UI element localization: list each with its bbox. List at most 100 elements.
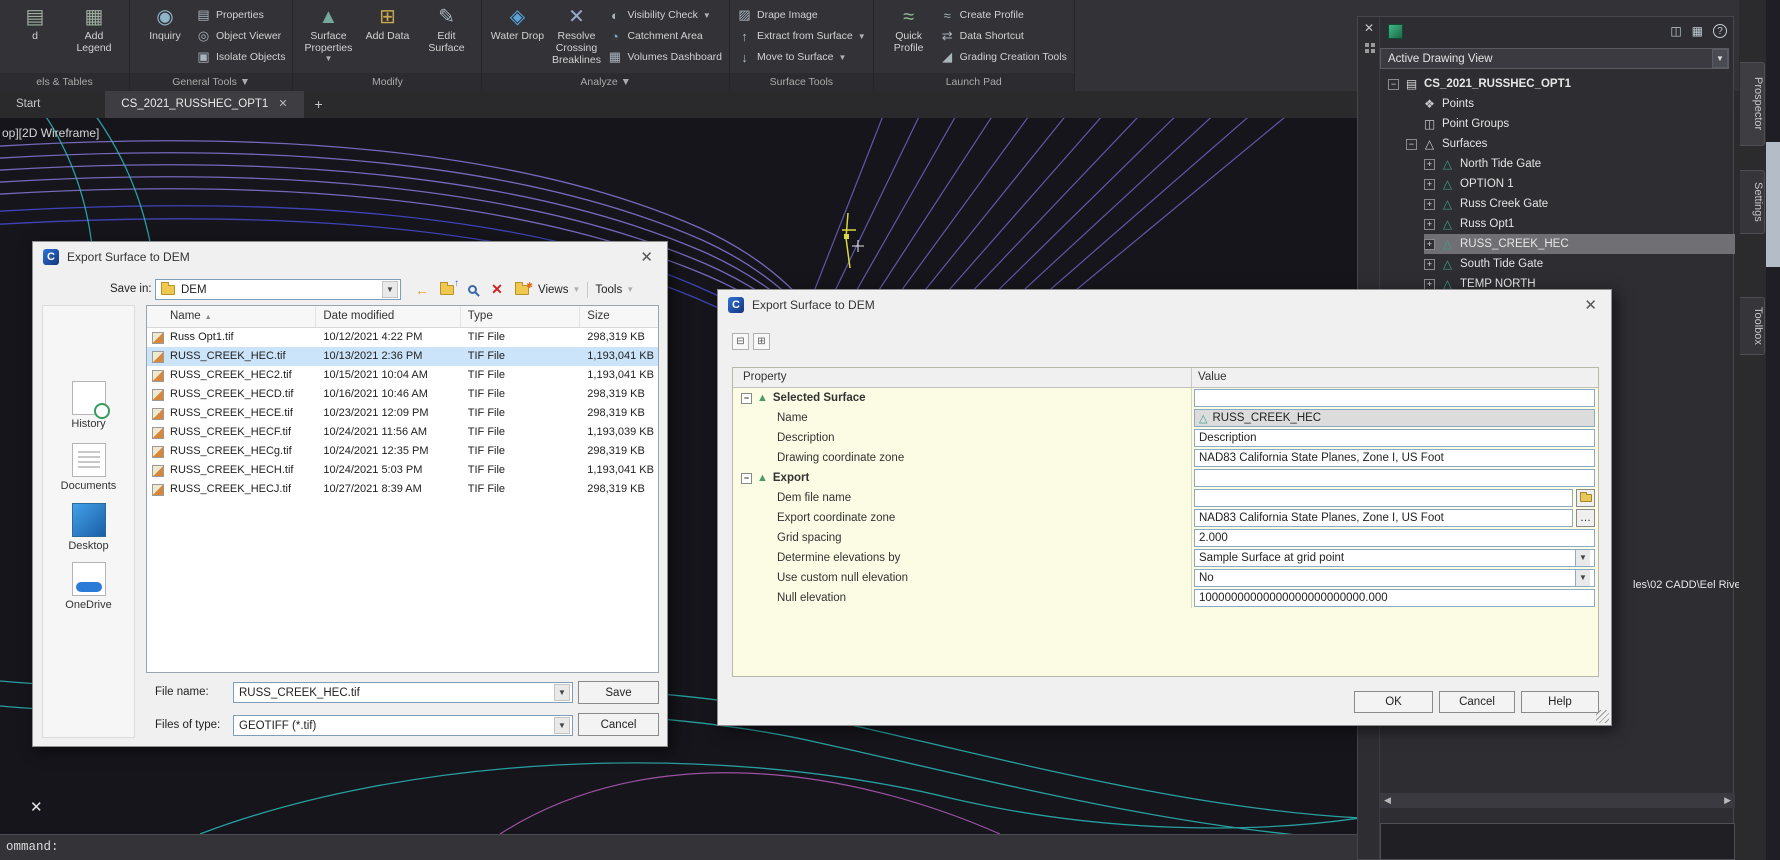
column-header-name[interactable]: Name ▲ bbox=[147, 306, 317, 327]
file-type-dropdown[interactable]: GEOTIFF (*.tif) ▼ bbox=[233, 715, 573, 736]
property-row[interactable]: − ▲ Export bbox=[733, 468, 1598, 488]
ribbon-button[interactable]: ◐ Visibility Check ▼ bbox=[607, 7, 722, 23]
ribbon-button[interactable]: ▤ d bbox=[7, 2, 63, 42]
expander-icon[interactable]: + bbox=[1424, 278, 1435, 290]
collapse-icon[interactable]: − bbox=[741, 392, 752, 404]
scroll-left-icon[interactable]: ◀ bbox=[1384, 795, 1391, 806]
property-value[interactable]: NAD83 California State Planes, Zone I, U… bbox=[1194, 449, 1595, 467]
ribbon-button[interactable]: ◎ Object Viewer bbox=[196, 28, 285, 44]
ribbon-button[interactable]: ◢ Grading Creation Tools bbox=[940, 49, 1067, 65]
ribbon-button[interactable]: ▤ Properties bbox=[196, 7, 285, 23]
new-folder-icon[interactable] bbox=[513, 280, 533, 300]
ribbon-button[interactable]: ✎ Edit Surface bbox=[418, 2, 474, 54]
file-row[interactable]: RUSS_CREEK_HECg.tif 10/24/2021 12:35 PM TI… bbox=[147, 442, 658, 461]
help-icon[interactable]: ? bbox=[1713, 24, 1727, 38]
ribbon-button[interactable]: ▨ Drape Image bbox=[737, 7, 866, 23]
command-line[interactable]: ommand: bbox=[0, 834, 1357, 860]
expander-icon[interactable]: − bbox=[1388, 78, 1399, 90]
file-row[interactable]: RUSS_CREEK_HEC.tif 10/13/2021 2:36 PM TIF … bbox=[147, 347, 658, 366]
expander-icon[interactable]: + bbox=[1424, 158, 1435, 170]
panorama-icon[interactable]: ◫ bbox=[1670, 24, 1681, 38]
property-row[interactable]: Drawing coordinate zone NAD83 California … bbox=[733, 448, 1598, 468]
place-desktop[interactable]: Desktop bbox=[43, 503, 134, 552]
tree-item[interactable]: ❖ Points bbox=[1380, 94, 1735, 114]
palette-properties-icon[interactable] bbox=[1365, 43, 1369, 47]
cancel-button[interactable]: Cancel bbox=[1439, 691, 1515, 713]
search-icon[interactable] bbox=[463, 280, 481, 300]
tree-item[interactable]: + △ South Tide Gate bbox=[1380, 254, 1735, 274]
dialog-title-bar[interactable]: C Export Surface to DEM ✕ bbox=[718, 290, 1611, 320]
ribbon-button[interactable]: ▦ Volumes Dashboard bbox=[607, 49, 722, 65]
property-value[interactable]: Description bbox=[1194, 429, 1595, 447]
property-row[interactable]: − ▲ Selected Surface bbox=[733, 388, 1598, 408]
place-onedrive[interactable]: OneDrive bbox=[43, 562, 134, 611]
property-value[interactable]: NAD83 California State Planes, Zone I, U… bbox=[1194, 509, 1573, 527]
file-row[interactable]: RUSS_CREEK_HECE.tif 10/23/2021 12:09 PM TI… bbox=[147, 404, 658, 423]
ribbon-panel-label[interactable]: Launch Pad bbox=[873, 73, 1074, 91]
tab-drawing[interactable]: CS_2021_RUSSHEC_OPT1 ✕ bbox=[105, 91, 304, 118]
tree-item[interactable]: − ▤ CS_2021_RUSSHEC_OPT1 bbox=[1380, 74, 1735, 94]
resize-grip[interactable] bbox=[1596, 710, 1609, 723]
property-value[interactable]: △ RUSS_CREEK_HEC bbox=[1194, 409, 1595, 427]
property-column-header[interactable]: Property bbox=[733, 368, 1192, 387]
ok-button[interactable]: OK bbox=[1354, 691, 1433, 713]
dropdown-arrow-icon[interactable]: ▼ bbox=[1575, 570, 1590, 586]
column-header-size[interactable]: Size bbox=[580, 306, 658, 327]
delete-icon[interactable]: ✕ bbox=[488, 280, 506, 300]
property-value[interactable]: No ▼ bbox=[1194, 569, 1595, 587]
ribbon-button[interactable]: ≈ Quick Profile bbox=[881, 2, 937, 54]
horizontal-scrollbar[interactable]: ◀ ▶ bbox=[1380, 793, 1735, 808]
property-row[interactable]: Dem file name bbox=[733, 488, 1598, 508]
chevron-down-icon[interactable]: ▼ bbox=[1712, 49, 1728, 68]
palette-close-icon[interactable]: ✕ bbox=[1364, 21, 1374, 35]
property-value[interactable]: 2.000 bbox=[1194, 529, 1595, 547]
help-button[interactable]: Help bbox=[1521, 691, 1599, 713]
ribbon-button[interactable]: ✕ Resolve Crossing Breaklines bbox=[548, 2, 604, 66]
browse-button[interactable] bbox=[1576, 489, 1595, 507]
views-dropdown[interactable]: Views ▼ bbox=[538, 284, 580, 296]
viewport-controls-label[interactable]: op][2D Wireframe] bbox=[2, 126, 99, 140]
property-row[interactable]: Use custom null elevation No ▼ bbox=[733, 568, 1598, 588]
ribbon-button[interactable]: ◈ Water Drop bbox=[489, 2, 545, 42]
tree-item[interactable]: + △ Russ Opt1 bbox=[1380, 214, 1735, 234]
file-row[interactable]: Russ Opt1.tif 10/12/2021 4:22 PM TIF File 2… bbox=[147, 328, 658, 347]
up-folder-icon[interactable]: ↑ bbox=[438, 278, 459, 300]
tree-item[interactable]: ◫ Point Groups bbox=[1380, 114, 1735, 134]
place-documents[interactable]: Documents bbox=[43, 443, 134, 492]
chevron-down-icon[interactable]: ▼ bbox=[554, 717, 570, 734]
ribbon-button[interactable]: ▲ Surface Properties ▼ bbox=[300, 2, 356, 63]
property-row[interactable]: Export coordinate zone NAD83 California S… bbox=[733, 508, 1598, 528]
ribbon-button[interactable]: ▦ Add Legend bbox=[66, 2, 122, 54]
file-name-input[interactable]: RUSS_CREEK_HEC.tif ▼ bbox=[233, 682, 573, 703]
property-value[interactable] bbox=[1194, 489, 1573, 507]
table-icon[interactable]: ▦ bbox=[1692, 24, 1703, 38]
expand-all-icon[interactable]: ⊞ bbox=[753, 333, 770, 350]
ribbon-button[interactable]: ◉ Inquiry bbox=[137, 2, 193, 42]
ribbon-button[interactable]: ↓ Move to Surface ▼ bbox=[737, 49, 866, 65]
close-icon[interactable]: ✕ bbox=[1580, 296, 1601, 314]
property-value[interactable]: Sample Surface at grid point ▼ bbox=[1194, 549, 1595, 567]
cancel-button[interactable]: Cancel bbox=[578, 713, 659, 736]
chevron-down-icon[interactable]: ▼ bbox=[382, 281, 398, 298]
expander-icon[interactable]: + bbox=[1424, 178, 1435, 190]
ribbon-button[interactable]: ⊞ Add Data bbox=[359, 2, 415, 42]
tab-close-icon[interactable]: ✕ bbox=[278, 91, 287, 118]
view-selector-dropdown[interactable]: Active Drawing View ▼ bbox=[1380, 48, 1729, 69]
tree-item[interactable]: + △ Russ Creek Gate bbox=[1380, 194, 1735, 214]
dropdown-arrow-icon[interactable]: ▼ bbox=[1575, 550, 1590, 566]
property-row[interactable]: Grid spacing 2.000 bbox=[733, 528, 1598, 548]
collapse-icon[interactable]: − bbox=[741, 472, 752, 484]
file-row[interactable]: RUSS_CREEK_HECF.tif 10/24/2021 11:56 AM TI… bbox=[147, 423, 658, 442]
property-row[interactable]: Name △ RUSS_CREEK_HEC bbox=[733, 408, 1598, 428]
side-tab-toolbox[interactable]: Toolbox bbox=[1740, 297, 1765, 355]
ribbon-panel-label[interactable]: Surface Tools bbox=[730, 73, 873, 91]
expander-icon[interactable]: − bbox=[1406, 138, 1417, 150]
value-column-header[interactable]: Value bbox=[1192, 368, 1598, 387]
tools-dropdown[interactable]: Tools ▼ bbox=[595, 284, 634, 296]
file-row[interactable]: RUSS_CREEK_HECD.tif 10/16/2021 10:46 AM TI… bbox=[147, 385, 658, 404]
chevron-down-icon[interactable]: ▼ bbox=[554, 684, 570, 701]
expander-icon[interactable]: + bbox=[1424, 238, 1435, 250]
tree-item[interactable]: + △ RUSS_CREEK_HEC bbox=[1380, 234, 1735, 254]
column-header-type[interactable]: Type bbox=[461, 306, 581, 327]
ribbon-button[interactable]: ◔ Catchment Area bbox=[607, 28, 722, 44]
